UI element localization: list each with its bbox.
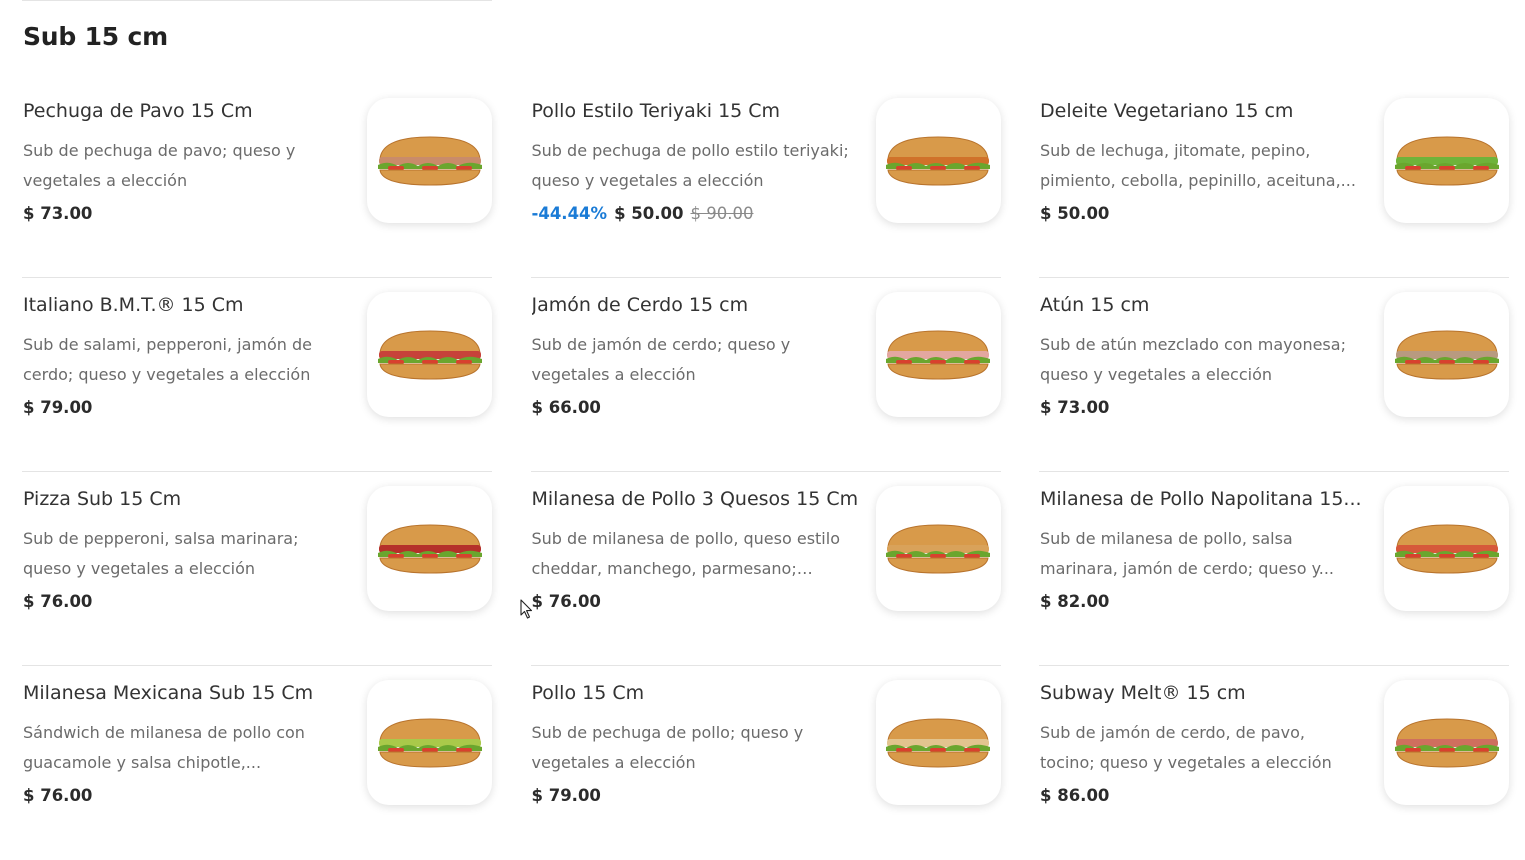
- product-name: Milanesa de Pollo Napolitana 15...: [1040, 488, 1362, 510]
- product-price: $ 76.00: [23, 592, 93, 611]
- sandwich-pizza-icon: [377, 523, 482, 574]
- price-row: $ 76.00: [23, 592, 92, 611]
- sandwich-subway-melt-icon: [1394, 717, 1499, 768]
- product-description: Sub de lechuga, jitomate, pepino, pimien…: [1040, 141, 1356, 190]
- price-row: $ 73.00: [23, 204, 92, 223]
- price-row: $ 86.00: [1040, 786, 1109, 805]
- product-name: Milanesa de Pollo 3 Quesos 15 Cm: [531, 488, 859, 510]
- product-name: Pollo Estilo Teriyaki 15 Cm: [531, 100, 781, 122]
- price-row: $ 76.00: [23, 786, 92, 805]
- product-description: Sub de jamón de cerdo, de pavo, tocino; …: [1040, 723, 1332, 772]
- price-row: $ 79.00: [532, 786, 601, 805]
- product-image[interactable]: [1384, 292, 1509, 417]
- product-price: $ 66.00: [531, 398, 601, 417]
- product-price: $ 50.00: [1040, 204, 1110, 223]
- price-row: -44.44% $ 50.00 $ 90.00: [532, 204, 754, 223]
- product-name: Jamón de Cerdo 15 cm: [531, 294, 749, 316]
- price-row: $ 66.00: [532, 398, 601, 417]
- product-description: Sub de milanesa de pollo, queso estilo c…: [531, 529, 840, 578]
- sandwich-teriyaki-chicken-icon: [886, 135, 990, 186]
- product-description: Sándwich de milanesa de pollo con guacam…: [23, 723, 305, 772]
- sandwich-italian-bmt-icon: [377, 329, 482, 380]
- product-description: Sub de milanesa de pollo, salsa marinara…: [1040, 529, 1335, 578]
- sandwich-tuna-icon: [1394, 329, 1499, 380]
- section-top-divider: [22, 0, 492, 1]
- product-description: Sub de jamón de cerdo; queso y vegetales…: [531, 335, 791, 384]
- product-image[interactable]: [1384, 680, 1509, 805]
- product-card[interactable]: Pechuga de Pavo 15 Cm Sub de pechuga de p…: [22, 84, 492, 278]
- original-price: $ 90.00: [690, 204, 754, 223]
- price-row: $ 73.00: [1040, 398, 1109, 417]
- product-card[interactable]: Pizza Sub 15 Cm Sub de pepperoni, salsa m…: [22, 472, 492, 666]
- product-price: $ 86.00: [1040, 786, 1110, 805]
- product-card[interactable]: Pollo 15 Cm Sub de pechuga de pollo; ques…: [531, 666, 1001, 860]
- sandwich-chicken-mexicana-icon: [377, 717, 482, 768]
- product-price: $ 50.00: [614, 204, 684, 223]
- product-image[interactable]: [875, 680, 1001, 805]
- product-description: Sub de pechuga de pavo; queso y vegetale…: [23, 141, 296, 190]
- product-image[interactable]: [367, 98, 492, 223]
- discount-badge: -44.44%: [531, 204, 608, 223]
- price-row: $ 79.00: [23, 398, 92, 417]
- product-image[interactable]: [367, 292, 492, 417]
- product-card[interactable]: Deleite Vegetariano 15 cm Sub de lechuga,…: [1039, 84, 1509, 278]
- product-price: $ 73.00: [23, 204, 93, 223]
- price-row: $ 82.00: [1040, 592, 1109, 611]
- product-description: Sub de atún mezclado con mayonesa; queso…: [1040, 335, 1346, 384]
- product-description: Sub de pechuga de pollo; queso y vegetal…: [531, 723, 804, 772]
- product-name: Pechuga de Pavo 15 Cm: [23, 100, 253, 122]
- product-price: $ 79.00: [23, 398, 93, 417]
- product-card[interactable]: Subway Melt® 15 cm Sub de jamón de cerdo,…: [1039, 666, 1509, 860]
- price-row: $ 76.00: [532, 592, 601, 611]
- product-name: Deleite Vegetariano 15 cm: [1040, 100, 1294, 122]
- product-card[interactable]: Atún 15 cm Sub de atún mezclado con mayon…: [1039, 278, 1509, 472]
- product-card[interactable]: Italiano B.M.T.® 15 Cm Sub de salami, pep…: [22, 278, 492, 472]
- product-name: Pollo 15 Cm: [531, 682, 645, 704]
- product-card[interactable]: Pollo Estilo Teriyaki 15 Cm Sub de pechug…: [530, 84, 1001, 278]
- product-name: Italiano B.M.T.® 15 Cm: [23, 294, 244, 316]
- product-image[interactable]: [367, 486, 492, 611]
- product-card[interactable]: Milanesa de Pollo Napolitana 15... Sub de…: [1039, 472, 1509, 666]
- product-description: Sub de salami, pepperoni, jamón de cerdo…: [23, 335, 312, 384]
- product-name: Subway Melt® 15 cm: [1040, 682, 1246, 704]
- product-image[interactable]: [1384, 486, 1509, 611]
- sandwich-chicken-icon: [886, 717, 990, 768]
- product-card[interactable]: Milanesa Mexicana Sub 15 Cm Sándwich de m…: [22, 666, 492, 860]
- product-price: $ 73.00: [1040, 398, 1110, 417]
- product-price: $ 76.00: [23, 786, 93, 805]
- product-image[interactable]: [367, 680, 492, 805]
- product-card[interactable]: Jamón de Cerdo 15 cm Sub de jamón de cerd…: [530, 278, 1001, 472]
- product-image[interactable]: [875, 486, 1001, 611]
- product-image[interactable]: [1384, 98, 1509, 223]
- product-image[interactable]: [875, 292, 1001, 417]
- section-title: Sub 15 cm: [23, 22, 168, 51]
- product-image[interactable]: [875, 98, 1001, 223]
- product-name: Pizza Sub 15 Cm: [23, 488, 182, 510]
- sandwich-chicken-three-cheese-icon: [886, 523, 990, 574]
- sandwich-chicken-napolitana-icon: [1394, 523, 1499, 574]
- product-name: Atún 15 cm: [1040, 294, 1150, 316]
- sandwich-ham-icon: [886, 329, 990, 380]
- product-price: $ 79.00: [531, 786, 601, 805]
- product-price: $ 76.00: [531, 592, 601, 611]
- sandwich-turkey-icon: [377, 135, 482, 186]
- sandwich-veggie-icon: [1394, 135, 1499, 186]
- product-description: Sub de pechuga de pollo estilo teriyaki;…: [531, 141, 849, 190]
- price-row: $ 50.00: [1040, 204, 1109, 223]
- product-card[interactable]: Milanesa de Pollo 3 Quesos 15 Cm Sub de m…: [530, 472, 1001, 666]
- product-price: $ 82.00: [1040, 592, 1110, 611]
- product-grid: Pechuga de Pavo 15 Cm Sub de pechuga de p…: [22, 84, 1509, 860]
- product-name: Milanesa Mexicana Sub 15 Cm: [23, 682, 314, 704]
- product-description: Sub de pepperoni, salsa marinara; queso …: [23, 529, 299, 578]
